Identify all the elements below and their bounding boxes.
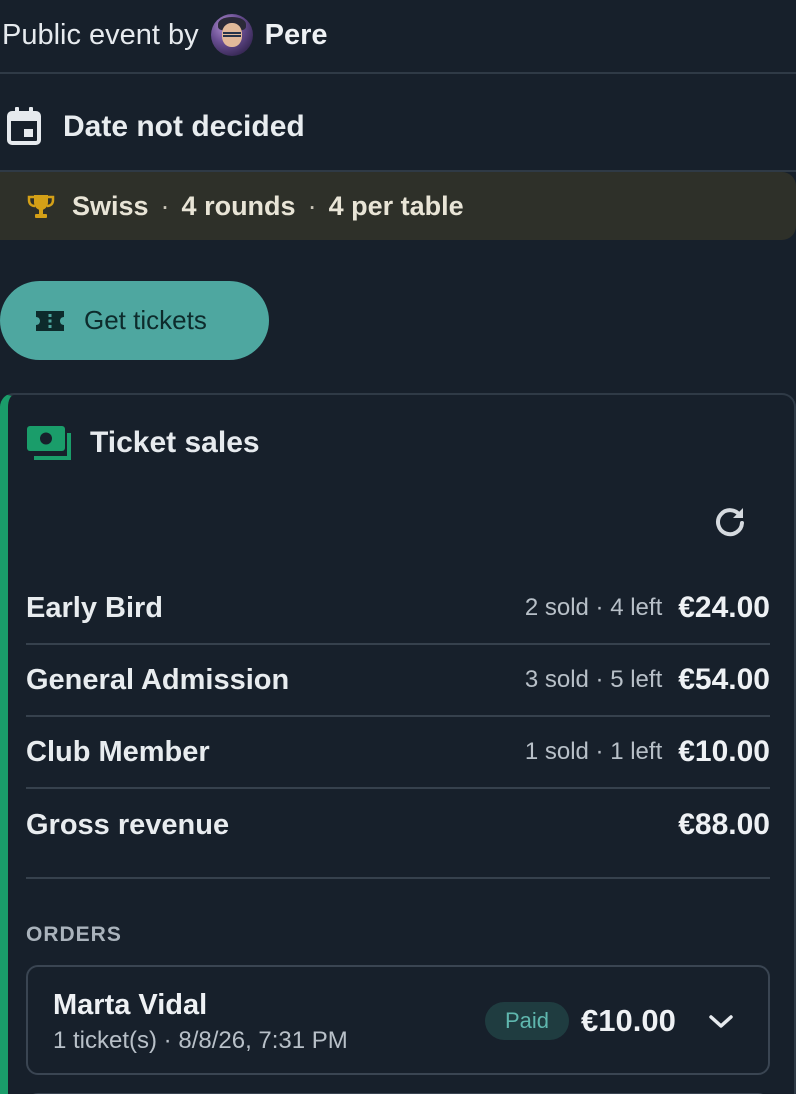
- ticket-sales-title: Ticket sales: [90, 426, 260, 459]
- event-date: Date not decided: [63, 110, 305, 143]
- calendar-icon: [7, 107, 41, 145]
- get-tickets-button[interactable]: Get tickets: [0, 281, 269, 360]
- refresh-button[interactable]: [706, 499, 754, 547]
- tier-name: Early Bird: [26, 591, 163, 624]
- ticket-sales-card: Ticket sales Early Bird 2 sold · 4 left …: [0, 393, 796, 1094]
- event-page: Public event by Pere Date not decided Sw…: [0, 0, 796, 1094]
- divider: [26, 877, 770, 879]
- ticket-icon: [36, 310, 64, 331]
- tier-sold-left: 3 sold · 5 left: [524, 666, 663, 693]
- tier-price: €10.00: [678, 735, 770, 768]
- ticket-sales-header: Ticket sales: [26, 425, 260, 461]
- status-badge: Paid: [485, 1002, 570, 1040]
- order-item[interactable]: Marta Vidal 1 ticket(s) · 8/8/26, 7:31 P…: [26, 965, 770, 1075]
- expand-order-button[interactable]: [704, 1005, 738, 1039]
- gross-revenue-label: Gross revenue: [26, 808, 230, 841]
- get-tickets-label: Get tickets: [84, 305, 207, 335]
- host-name[interactable]: Pere: [265, 19, 328, 52]
- date-row: Date not decided: [0, 74, 796, 172]
- refresh-icon: [716, 508, 744, 537]
- format-separator: ·: [160, 190, 170, 221]
- chevron-down-icon: [709, 1015, 733, 1028]
- order-amount: €10.00: [581, 1003, 676, 1038]
- gross-revenue-value: €88.00: [678, 808, 770, 841]
- format-system: Swiss: [72, 190, 149, 221]
- avatar[interactable]: [210, 14, 253, 56]
- ticket-tier-row: General Admission 3 sold · 5 left €54.00: [26, 645, 770, 717]
- ticket-tier-row: Early Bird 2 sold · 4 left €24.00: [26, 573, 770, 645]
- trophy-icon: [27, 195, 55, 218]
- tier-name: General Admission: [26, 663, 290, 696]
- gross-revenue-row: Gross revenue €88.00: [26, 789, 770, 861]
- money-icon: [27, 426, 71, 460]
- tier-sold-left: 1 sold · 1 left: [524, 738, 663, 765]
- format-separator: ·: [307, 190, 317, 221]
- ticket-tier-row: Club Member 1 sold · 1 left €10.00: [26, 717, 770, 789]
- tier-name: Club Member: [26, 735, 210, 768]
- format-per-table: 4 per table: [328, 190, 464, 221]
- order-customer-name: Marta Vidal: [53, 989, 208, 1021]
- format-rounds: 4 rounds: [181, 190, 296, 221]
- tier-sold-left: 2 sold · 4 left: [524, 594, 663, 621]
- tier-price: €54.00: [678, 663, 770, 696]
- tournament-format: Swiss · 4 rounds · 4 per table: [0, 172, 796, 240]
- orders-heading: ORDERS: [26, 923, 122, 946]
- host-prefix: Public event by: [2, 18, 199, 51]
- order-details: 1 ticket(s) · 8/8/26, 7:31 PM: [53, 1027, 348, 1054]
- host-row: Public event by Pere: [0, 0, 796, 74]
- ticket-tier-list: Early Bird 2 sold · 4 left €24.00 Genera…: [26, 573, 770, 861]
- tier-price: €24.00: [678, 591, 770, 624]
